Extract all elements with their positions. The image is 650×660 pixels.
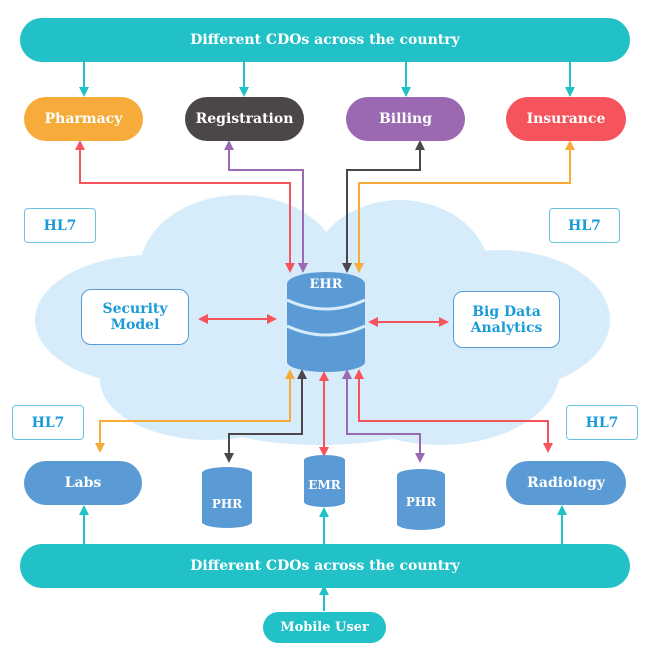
hl7-label: HL7	[549, 208, 620, 243]
insurance-node: Insurance	[506, 97, 626, 141]
hl7-label: HL7	[12, 405, 84, 440]
phr-label: PHR	[405, 495, 437, 509]
hl7-label: HL7	[24, 208, 96, 243]
ehr-label: EHR	[309, 277, 343, 292]
ehr-diagram: Different CDOs across the country Pharma…	[0, 0, 650, 660]
mobile-user-node: Mobile User	[263, 612, 386, 643]
phr-label: PHR	[211, 497, 243, 511]
hl7-label: HL7	[566, 405, 638, 440]
bottom-cdo-bar: Different CDOs across the country	[20, 544, 630, 588]
big-data-analytics-box: Big Data Analytics	[453, 291, 560, 348]
labs-node: Labs	[24, 461, 142, 505]
bottom-cdo-label: Different CDOs across the country	[190, 558, 460, 574]
pharmacy-node: Pharmacy	[24, 97, 143, 141]
top-cdo-bar: Different CDOs across the country	[20, 18, 630, 62]
billing-node: Billing	[346, 97, 465, 141]
registration-node: Registration	[185, 97, 304, 141]
emr-label: EMR	[308, 478, 341, 492]
top-cdo-label: Different CDOs across the country	[190, 32, 460, 48]
radiology-node: Radiology	[506, 461, 626, 505]
security-model-box: Security Model	[81, 289, 189, 345]
